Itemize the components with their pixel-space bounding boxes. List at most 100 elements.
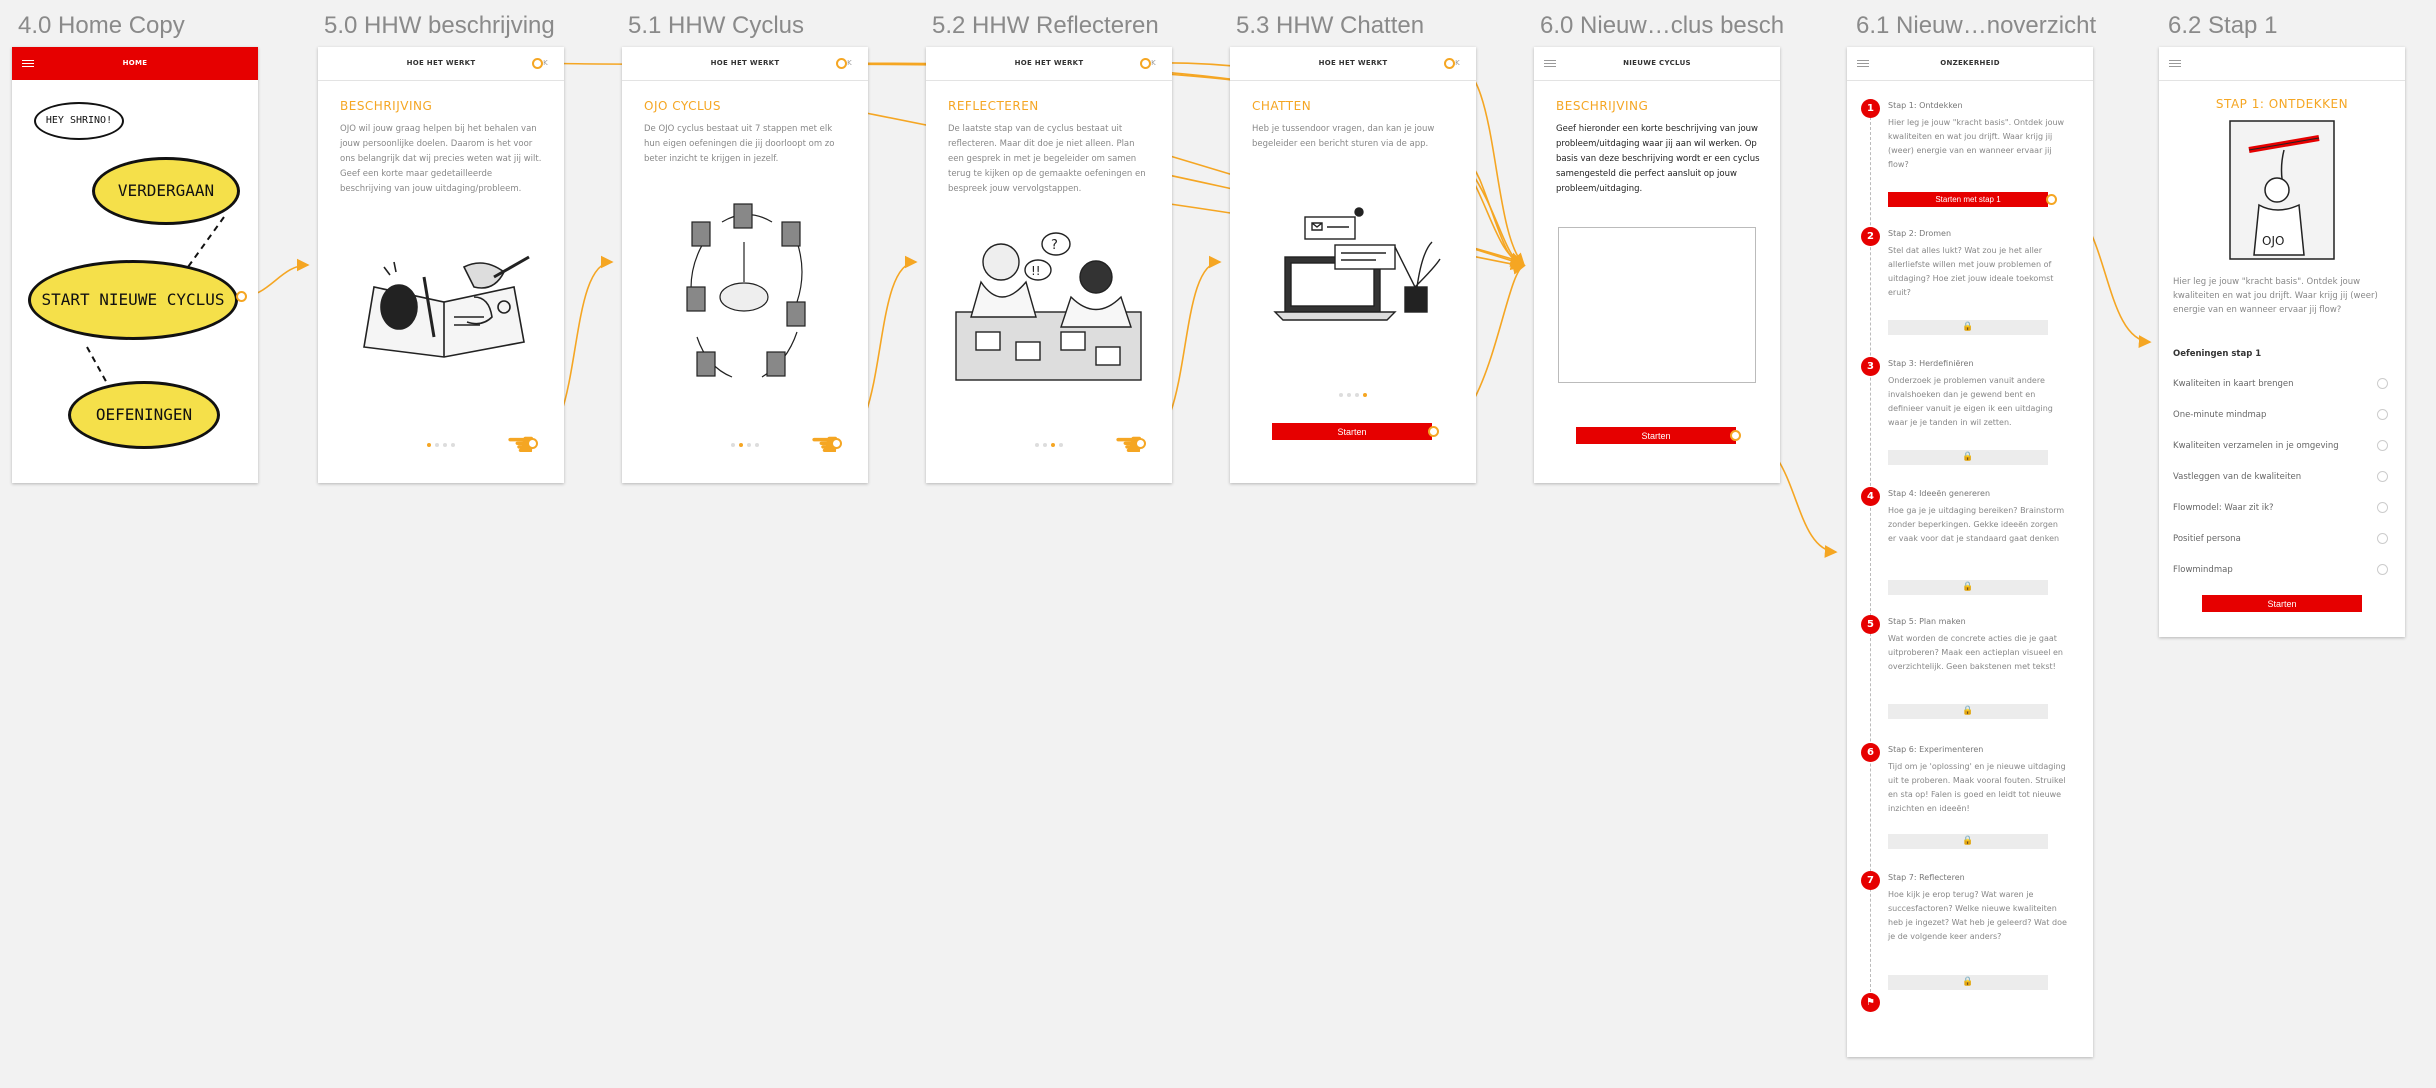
- hhw-header-title: HOE HET WERKT: [1318, 59, 1388, 67]
- start-stap-1-button[interactable]: Starten met stap 1: [1888, 192, 2048, 207]
- step-title: Stap 7: Reflecteren: [1888, 873, 1965, 882]
- nieuwe-cyclus-header-title: NIEUWE CYCLUS: [1623, 59, 1691, 67]
- menu-icon[interactable]: [1857, 60, 1869, 69]
- exercise-item[interactable]: Kwaliteiten verzamelen in je omgeving: [2173, 440, 2388, 451]
- link-hotspot[interactable]: [1444, 58, 1455, 69]
- link-hotspot[interactable]: [831, 438, 842, 449]
- lock-icon: 🔒: [1962, 706, 1974, 716]
- exercise-radio[interactable]: [2377, 409, 2388, 420]
- section-body: Heb je tussendoor vragen, dan kan je jou…: [1252, 124, 1435, 149]
- illustration-laptop-chat: [1273, 207, 1441, 321]
- step-title: Stap 5: Plan maken: [1888, 617, 1966, 626]
- screen-hhw-beschrijving: HOE HET WERKT OK BESCHRIJVING OJO wil jo…: [318, 47, 564, 483]
- hhw-header-title: HOE HET WERKT: [1014, 59, 1084, 67]
- step-title: Stap 4: Ideeën genereren: [1888, 489, 1991, 498]
- step-description: Hoe kijk je erop terug? Wat waren je suc…: [1888, 890, 2067, 941]
- link-hotspot[interactable]: [527, 438, 538, 449]
- step-description: Tijd om je 'oplossing' en je nieuwe uitd…: [1888, 762, 2066, 813]
- exercise-item[interactable]: Flowmodel: Waar zit ik?: [2173, 502, 2388, 513]
- link-hotspot[interactable]: [1428, 426, 1439, 437]
- menu-icon[interactable]: [2169, 60, 2181, 69]
- section-title: OJO CYCLUS: [644, 99, 721, 113]
- stap1-body: Hier leg je jouw "kracht basis". Ontdek …: [2173, 277, 2378, 315]
- link-hotspot[interactable]: [1140, 58, 1151, 69]
- link-hotspot[interactable]: [836, 58, 847, 69]
- hhw-header-title: HOE HET WERKT: [710, 59, 780, 67]
- step-description: Wat worden de concrete acties die je gaa…: [1888, 634, 2063, 671]
- screen-hhw-cyclus: HOE HET WERKT OK OJO CYCLUS De OJO cyclu…: [622, 47, 868, 483]
- hhw-header: HOE HET WERKT OK: [926, 47, 1172, 81]
- exercise-item[interactable]: Positief persona: [2173, 533, 2388, 544]
- timeline-line: [1870, 117, 1871, 1002]
- step-number: 2: [1861, 227, 1880, 246]
- exercise-label: Flowmodel: Waar zit ik?: [2173, 503, 2274, 513]
- lock-icon: 🔒: [1962, 582, 1974, 592]
- overzicht-header: ONZEKERHEID: [1847, 47, 2093, 81]
- step-number: 4: [1861, 487, 1880, 506]
- hhw-header: HOE HET WERKT OK: [1230, 47, 1476, 81]
- beschrijving-textarea[interactable]: [1558, 227, 1756, 383]
- section-body: De laatste stap van de cyclus bestaat ui…: [948, 124, 1146, 194]
- step-number: 5: [1861, 615, 1880, 634]
- screen-hhw-reflecteren: HOE HET WERKT OK REFLECTEREN De laatste …: [926, 47, 1172, 483]
- exercise-radio[interactable]: [2377, 440, 2388, 451]
- exercises-title: Oefeningen stap 1: [2173, 349, 2262, 359]
- verdergaan-button[interactable]: VERDERGAAN: [92, 157, 240, 225]
- flag-icon: ⚑: [1861, 993, 1880, 1012]
- exercise-radio[interactable]: [2377, 564, 2388, 575]
- step-title: Stap 3: Herdefiniëren: [1888, 359, 1974, 368]
- start-nieuwe-cyclus-button[interactable]: START NIEUWE CYCLUS: [28, 260, 238, 340]
- svg-text:!!: !!: [1031, 264, 1041, 278]
- step-2-locked-bar: 🔒: [1888, 320, 2048, 335]
- svg-text:?: ?: [1051, 238, 1058, 253]
- exercise-label: Kwaliteiten in kaart brengen: [2173, 379, 2294, 389]
- exercise-label: Vastleggen van de kwaliteiten: [2173, 472, 2302, 482]
- stap1-title: STAP 1: ONTDEKKEN: [2215, 97, 2349, 111]
- exercise-radio[interactable]: [2377, 502, 2388, 513]
- starten-button[interactable]: Starten: [1272, 423, 1432, 440]
- section-title: BESCHRIJVING: [340, 99, 433, 113]
- exercise-item[interactable]: Flowmindmap: [2173, 564, 2388, 575]
- step-5-locked-bar: 🔒: [1888, 704, 2048, 719]
- screen-nieuwe-cyclus: NIEUWE CYCLUS BESCHRIJVING Geef hieronde…: [1534, 47, 1780, 483]
- step-description: Hier leg je jouw "kracht basis". Ontdek …: [1888, 118, 2065, 169]
- stap1-header: [2159, 47, 2405, 81]
- step-4-locked-bar: 🔒: [1888, 580, 2048, 595]
- exercise-label: Positief persona: [2173, 534, 2241, 544]
- step-description: Stel dat alles lukt? Wat zou je het alle…: [1888, 246, 2054, 297]
- exercise-item[interactable]: One-minute mindmap: [2173, 409, 2388, 420]
- starten-button[interactable]: Starten: [1576, 427, 1736, 444]
- menu-icon[interactable]: [1544, 60, 1556, 69]
- exercise-radio[interactable]: [2377, 378, 2388, 389]
- exercise-radio[interactable]: [2377, 533, 2388, 544]
- illustration-conversation: ? !!: [955, 232, 1142, 381]
- lock-icon: 🔒: [1962, 452, 1974, 462]
- oefeningen-button[interactable]: OEFENINGEN: [68, 381, 220, 449]
- hhw-header-title: HOE HET WERKT: [406, 59, 476, 67]
- link-hotspot[interactable]: [532, 58, 543, 69]
- exercise-radio[interactable]: [2377, 471, 2388, 482]
- exercise-item[interactable]: Vastleggen van de kwaliteiten: [2173, 471, 2388, 482]
- starten-button[interactable]: Starten: [2202, 595, 2362, 612]
- lock-icon: 🔒: [1962, 322, 1974, 332]
- step-number: 1: [1861, 99, 1880, 118]
- link-hotspot[interactable]: [236, 291, 247, 302]
- illustration-book: [363, 255, 530, 358]
- step-number: 7: [1861, 871, 1880, 890]
- step-7-locked-bar: 🔒: [1888, 975, 2048, 990]
- illustration-strongman: OJO: [2229, 120, 2335, 260]
- screen-overzicht: ONZEKERHEID 1 Stap 1: Ontdekken Hier leg…: [1847, 47, 2093, 1057]
- lock-icon: 🔒: [1962, 836, 1974, 846]
- link-hotspot[interactable]: [2046, 194, 2057, 205]
- hhw-header: HOE HET WERKT OK: [318, 47, 564, 81]
- exercise-label: One-minute mindmap: [2173, 410, 2267, 420]
- link-hotspot[interactable]: [1730, 430, 1741, 441]
- nieuwe-cyclus-header: NIEUWE CYCLUS: [1534, 47, 1780, 81]
- hhw-header: HOE HET WERKT OK: [622, 47, 868, 81]
- illustration-cycle: [686, 203, 806, 378]
- link-hotspot[interactable]: [1135, 438, 1146, 449]
- exercise-item[interactable]: Kwaliteiten in kaart brengen: [2173, 378, 2388, 389]
- section-title: CHATTEN: [1252, 99, 1312, 113]
- exercise-label: Kwaliteiten verzamelen in je omgeving: [2173, 441, 2339, 451]
- step-number: 6: [1861, 743, 1880, 762]
